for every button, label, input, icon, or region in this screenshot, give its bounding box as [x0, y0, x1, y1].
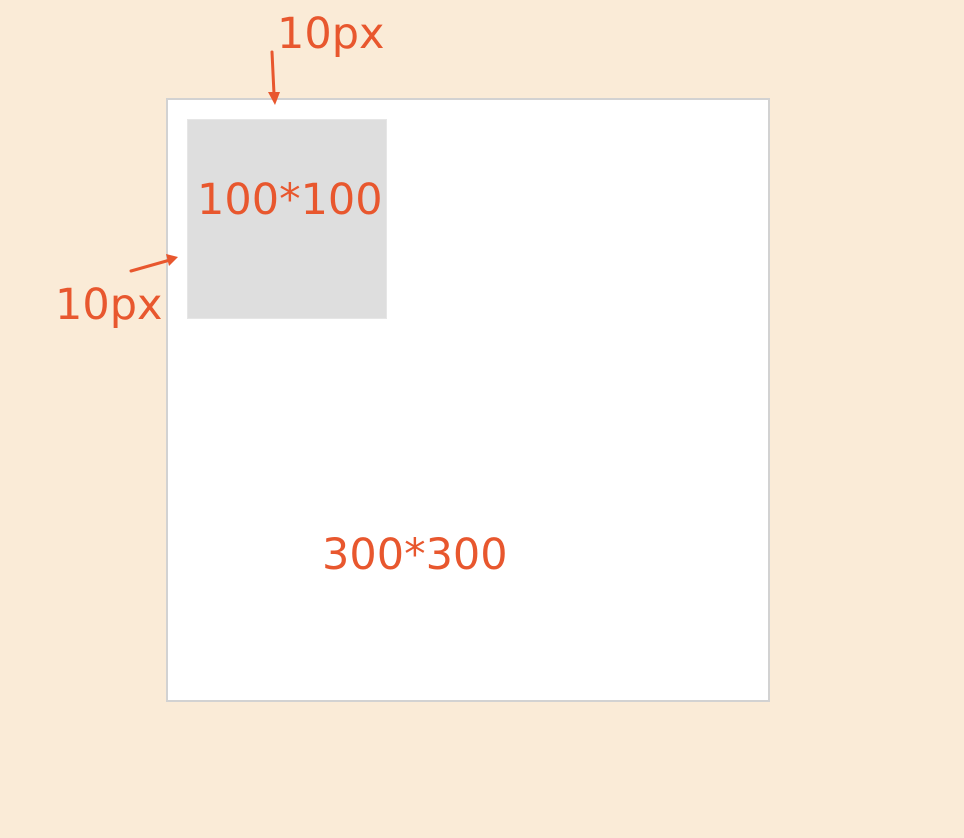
annotation-arrows [129, 50, 280, 273]
top-gap-arrow [268, 50, 280, 105]
left-gap-arrow [129, 254, 178, 273]
